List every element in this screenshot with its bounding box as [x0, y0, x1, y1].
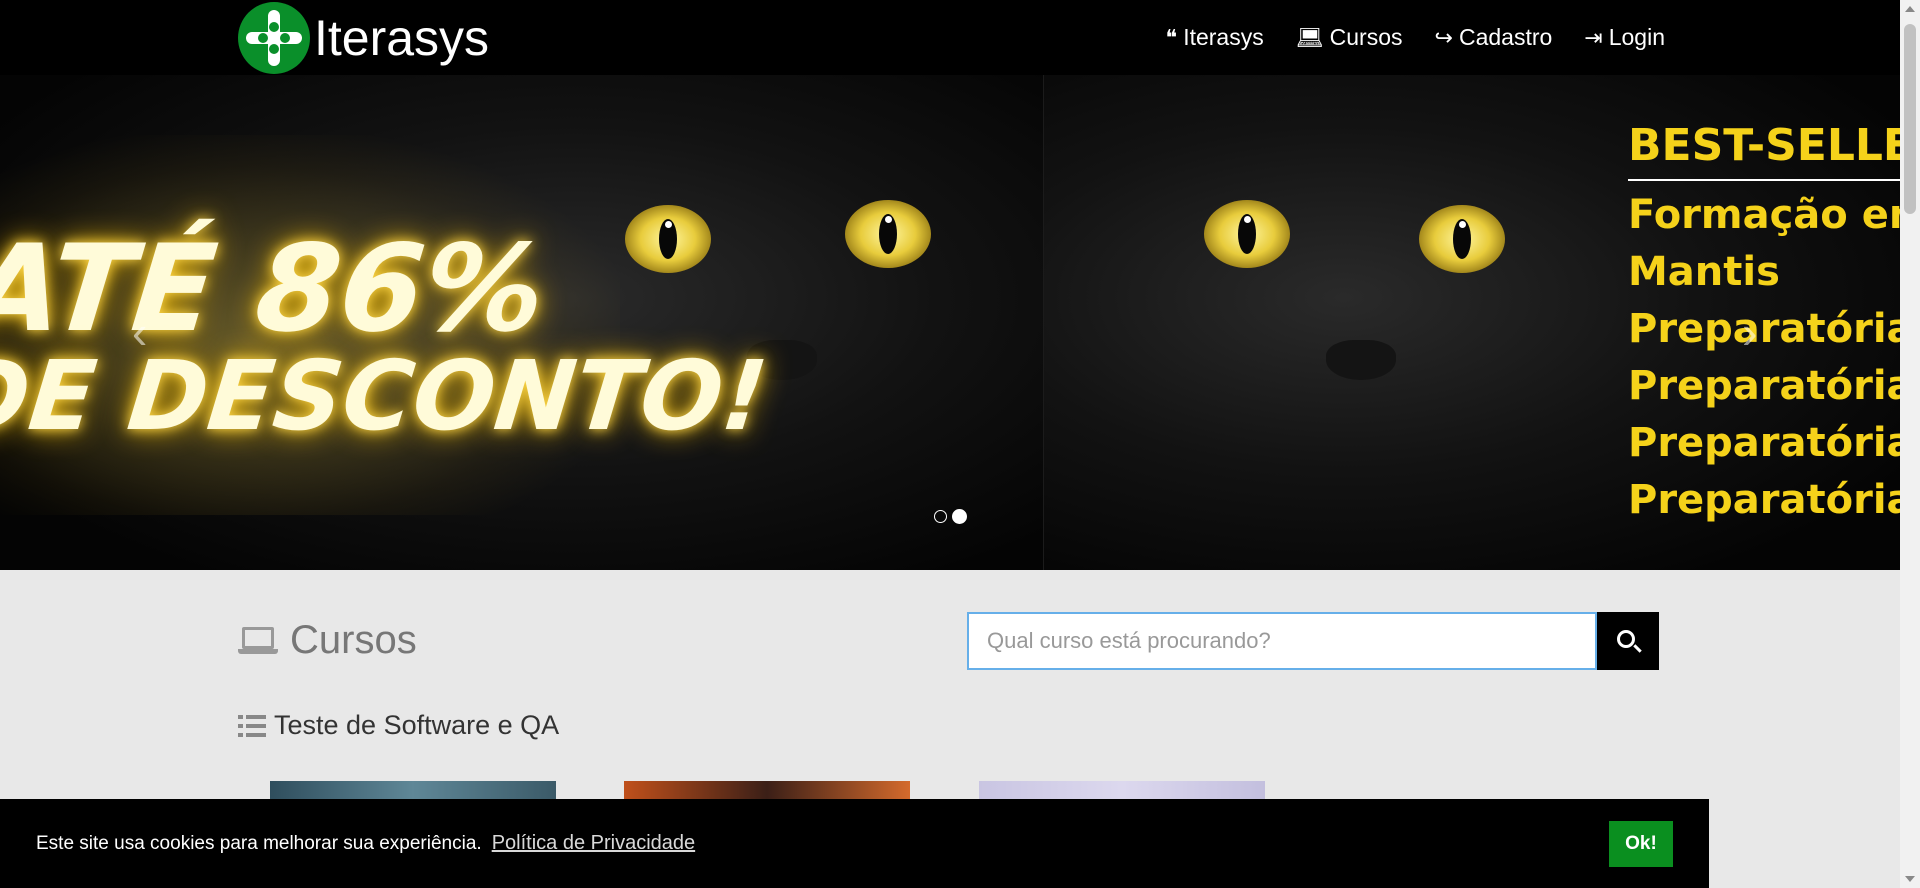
cookie-banner: Este site usa cookies para melhorar sua … — [0, 799, 1709, 888]
carousel-indicator-2[interactable] — [952, 509, 967, 524]
cat-eye-image — [1204, 200, 1290, 268]
search-input[interactable] — [967, 612, 1597, 670]
search-icon — [1617, 630, 1635, 648]
course-card-thumbnail[interactable] — [979, 781, 1265, 801]
logo-cross-icon — [238, 2, 310, 74]
scrollbar-thumb[interactable] — [1904, 24, 1916, 214]
laptop-icon: 💻︎ — [1295, 24, 1324, 50]
cookie-accept-button[interactable]: Ok! — [1609, 821, 1673, 867]
cat-nose-image — [1326, 340, 1396, 380]
scroll-up-icon[interactable] — [1905, 6, 1915, 12]
nav-item-iterasys[interactable]: ❝ Iterasys — [1165, 24, 1263, 51]
cookie-message: Este site usa cookies para melhorar sua … — [36, 832, 482, 854]
cat-eye-image — [1419, 205, 1505, 273]
best-seller-item: Preparatória — [1628, 420, 1900, 466]
cat-eye-image — [625, 205, 711, 273]
hero-carousel: ATÉ 86% DE DESCONTO! BEST-SELLER Formaçã… — [0, 75, 1900, 570]
divider — [1628, 179, 1900, 181]
share-icon: ↪ — [1434, 24, 1453, 50]
laptop-icon — [238, 626, 278, 655]
course-card-thumbnail[interactable] — [270, 781, 556, 801]
brand-name: Iterasys — [314, 10, 490, 66]
best-seller-item: Formação en — [1628, 192, 1900, 238]
course-search — [967, 612, 1659, 670]
nav-item-label: Login — [1608, 24, 1665, 50]
nav-item-login[interactable]: ⇥ Login — [1584, 24, 1665, 51]
best-seller-item: Preparatória — [1628, 306, 1900, 352]
page-scrollbar[interactable] — [1900, 0, 1920, 888]
category-heading: Teste de Software e QA — [238, 710, 559, 741]
carousel-slide-promo: ATÉ 86% DE DESCONTO! — [0, 75, 1043, 570]
category-title: Teste de Software e QA — [274, 710, 560, 740]
best-seller-item: Mantis — [1628, 249, 1780, 295]
nav-item-label: Cadastro — [1458, 24, 1553, 50]
scroll-down-icon[interactable] — [1905, 876, 1915, 882]
course-card-thumbnail[interactable] — [624, 781, 910, 801]
carousel-prev-button[interactable]: ‹ — [132, 305, 147, 359]
promo-discount-text: ATÉ 86% — [0, 220, 552, 359]
nav-item-label: Cursos — [1329, 24, 1403, 50]
promo-discount-subtext: DE DESCONTO! — [0, 340, 773, 452]
top-navbar: Iterasys ❝ Iterasys 💻︎ Cursos ↪ Cadastro… — [0, 0, 1900, 75]
nav-item-label: Iterasys — [1183, 24, 1264, 50]
carousel-indicators — [934, 509, 967, 524]
quote-icon: ❝ — [1165, 24, 1178, 50]
sign-in-icon: ⇥ — [1584, 24, 1603, 50]
carousel-indicator-1[interactable] — [934, 510, 947, 523]
best-seller-item: Preparatória — [1628, 477, 1900, 523]
nav-item-cadastro[interactable]: ↪ Cadastro — [1435, 24, 1553, 51]
search-button[interactable] — [1597, 612, 1659, 670]
best-seller-list: BEST-SELLER Formação en Mantis Preparató… — [1628, 120, 1900, 529]
brand-logo[interactable]: Iterasys — [238, 2, 489, 74]
cat-eye-image — [845, 200, 931, 268]
list-icon — [238, 714, 266, 737]
nav-item-cursos[interactable]: 💻︎ Cursos — [1296, 24, 1403, 51]
carousel-next-button[interactable]: › — [1742, 305, 1757, 359]
best-seller-item: Preparatória — [1628, 363, 1900, 409]
privacy-policy-link[interactable]: Política de Privacidade — [492, 832, 695, 855]
best-seller-title: BEST-SELLER — [1628, 120, 1900, 171]
page-title: Cursos — [290, 618, 417, 662]
nav-menu: ❝ Iterasys 💻︎ Cursos ↪ Cadastro ⇥ Login — [1165, 0, 1665, 75]
cursos-heading: Cursos — [238, 618, 417, 663]
